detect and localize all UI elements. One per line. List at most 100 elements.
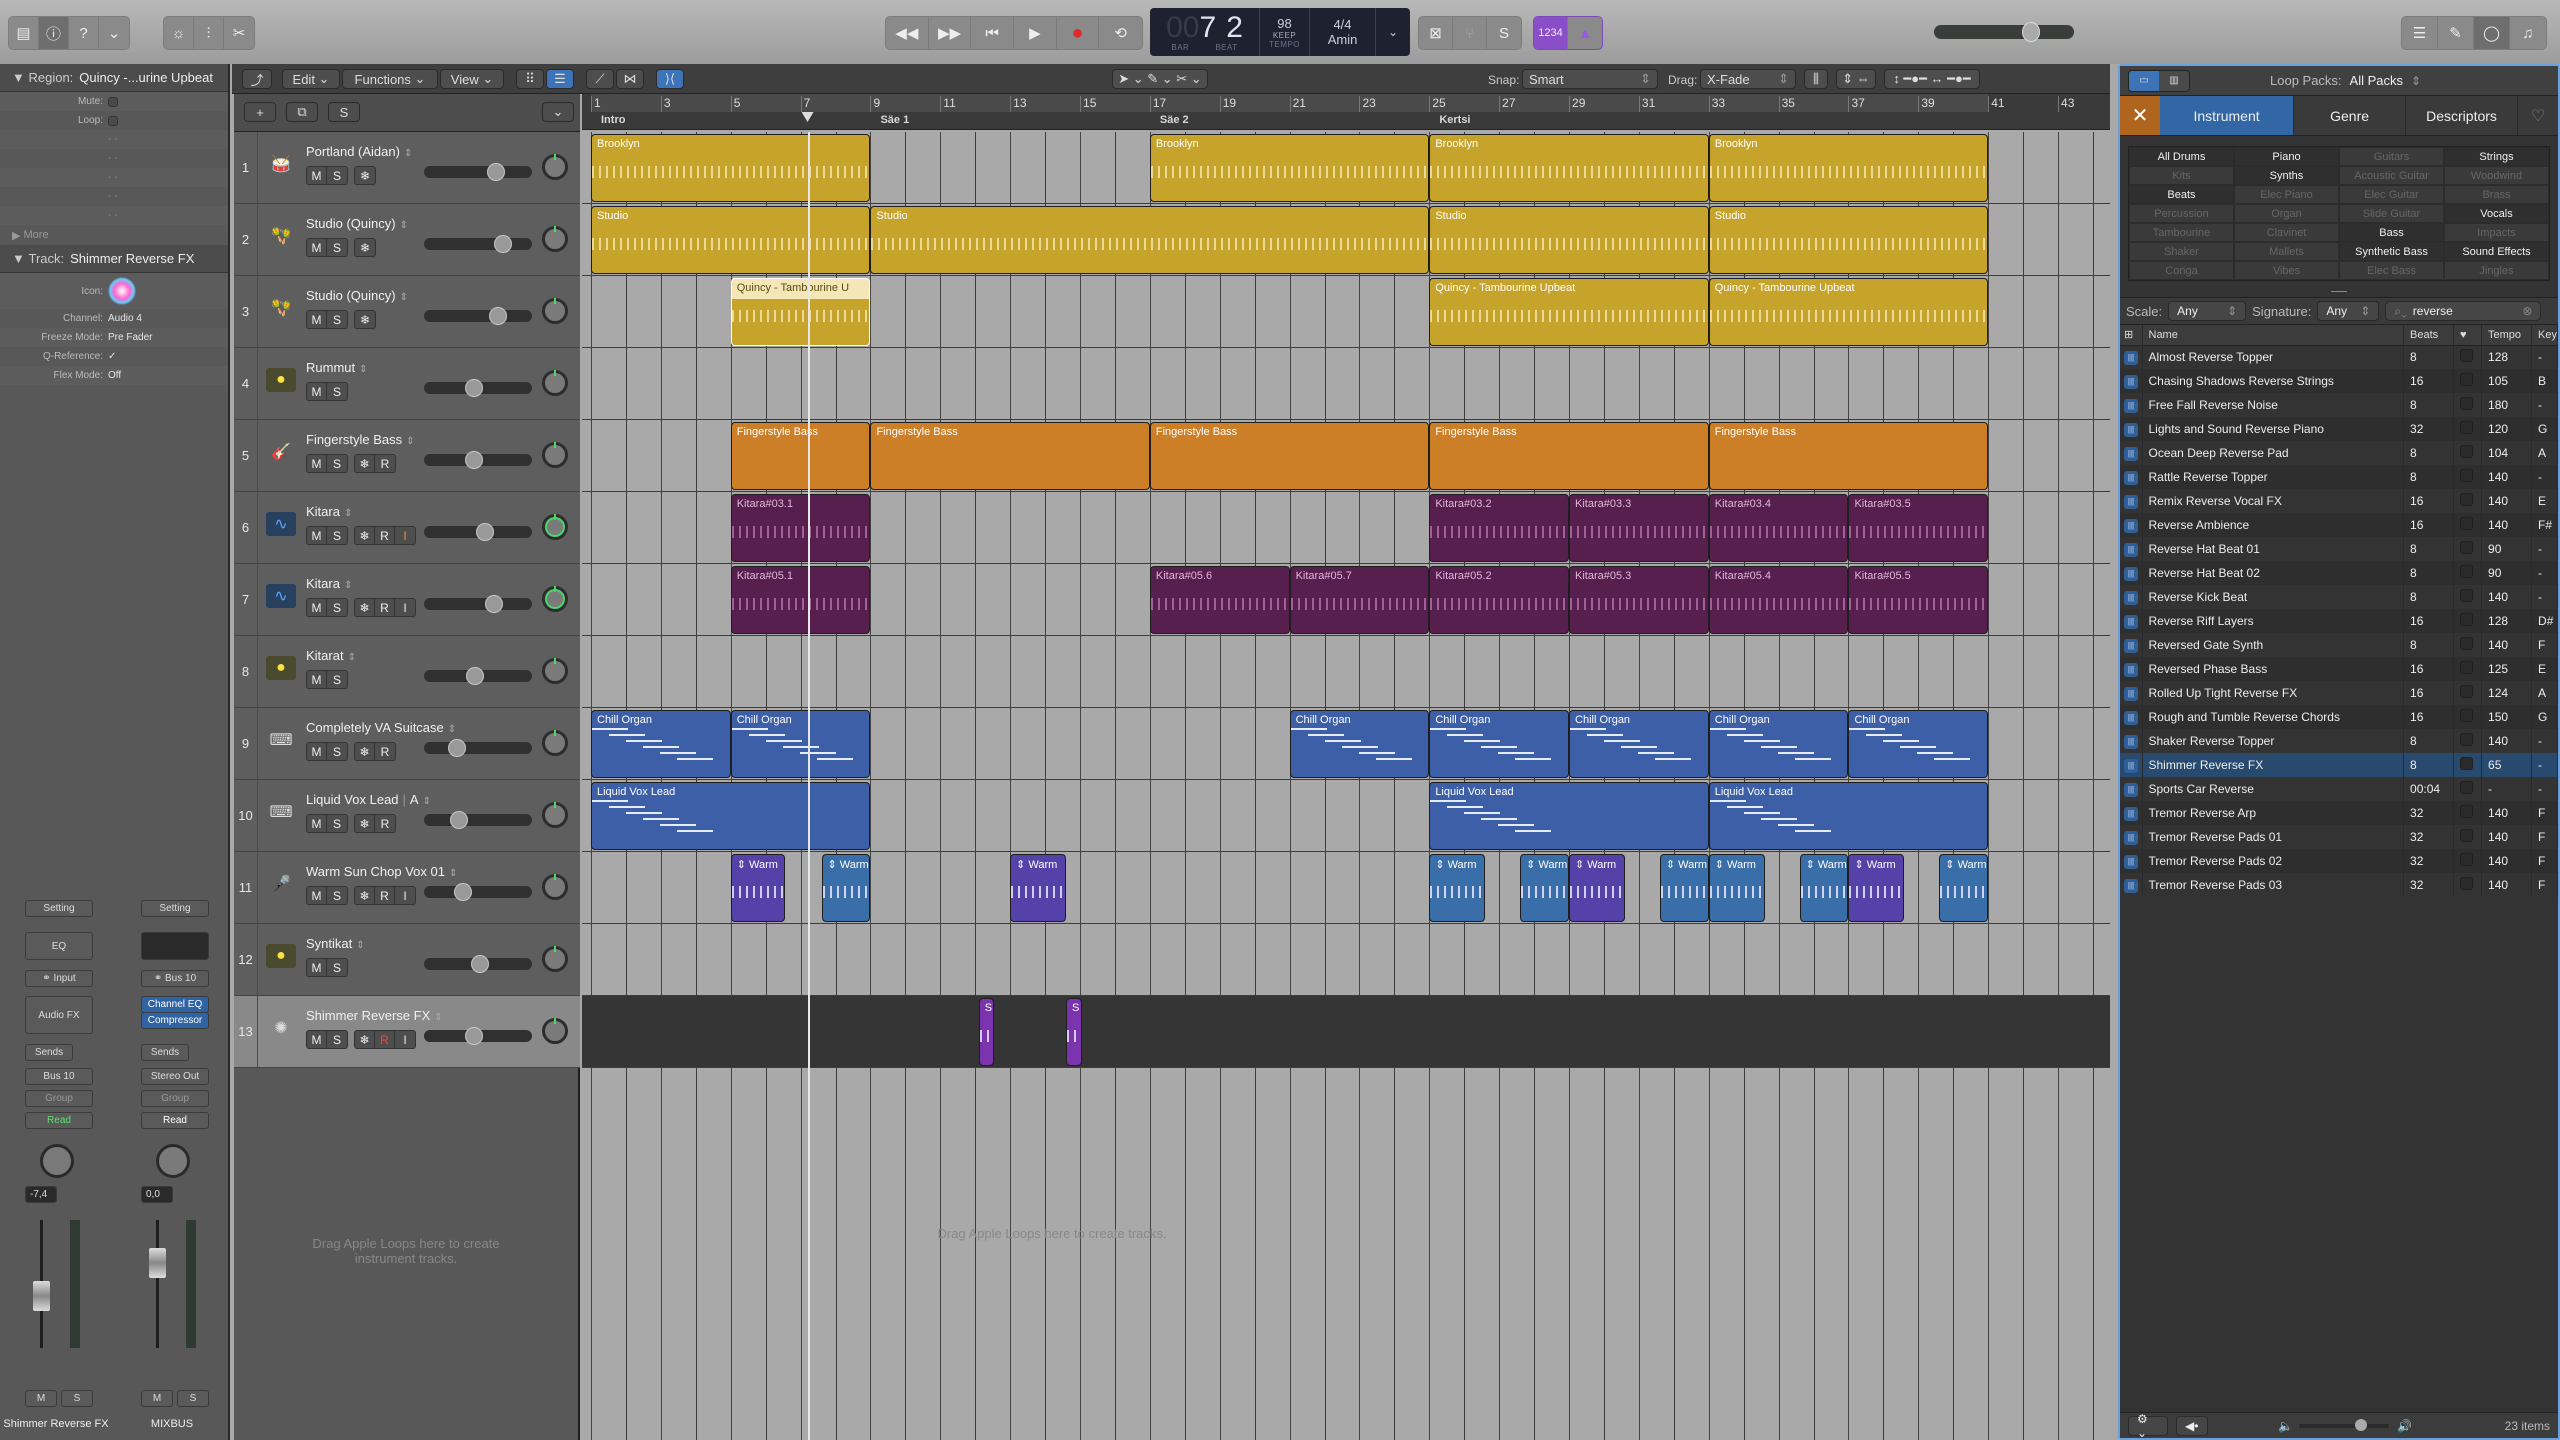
automation-icon[interactable]: ⟋ xyxy=(586,69,614,89)
mute-button[interactable]: M xyxy=(307,455,327,472)
loop-row[interactable]: ||| Rough and Tumble Reverse Chords 16 150 G xyxy=(2120,705,2558,729)
mute-button[interactable]: M xyxy=(307,959,327,976)
lcd-display[interactable]: 007 2 BAR BEAT 98 KEEP TEMPO 4/4 Amin ⌄ xyxy=(1150,8,1410,56)
library-icon[interactable]: ▤ xyxy=(9,17,39,49)
track-lane[interactable] xyxy=(582,348,2110,420)
region[interactable]: Studio xyxy=(591,206,871,274)
region[interactable]: ⇕ Warm xyxy=(1848,854,1905,922)
loop-row[interactable]: ||| Rolled Up Tight Reverse FX 16 124 A xyxy=(2120,681,2558,705)
favorite-checkbox[interactable] xyxy=(2460,589,2474,602)
track-name[interactable]: Studio (Quincy) ⇕ xyxy=(306,216,408,231)
track-header[interactable]: 6 ∿ Kitara ⇕ M S ❄ R I xyxy=(234,492,580,564)
loop-row[interactable]: ||| Sports Car Reverse 00:04 - - xyxy=(2120,777,2558,801)
loop-row[interactable]: ||| Reverse Hat Beat 01 8 90- xyxy=(2120,537,2558,561)
keyword-button[interactable]: Percussion xyxy=(2129,204,2234,223)
rewind-icon[interactable]: ◀◀ xyxy=(886,17,929,49)
track-name-chevron-icon[interactable]: ⇕ xyxy=(423,796,431,807)
track-header[interactable]: 4 ● Rummut ⇕ M S xyxy=(234,348,580,420)
playhead-handle[interactable] xyxy=(801,112,814,122)
solo-button[interactable]: S xyxy=(327,887,347,904)
freeze-icon[interactable]: ❄ xyxy=(355,311,375,328)
record-enable-button[interactable]: R xyxy=(375,887,395,904)
region[interactable]: ⇕ Warm xyxy=(1708,854,1765,922)
volume-readout[interactable]: 0,0 xyxy=(141,1186,173,1203)
solo-button[interactable]: S xyxy=(327,383,347,400)
loop-row[interactable]: ||| Reverse Ambience 16 140 F# xyxy=(2120,513,2558,537)
region[interactable]: Chill Organ xyxy=(730,710,871,778)
audio-fx-slot[interactable]: Compressor xyxy=(141,1012,209,1029)
back-icon[interactable]: ⤴ xyxy=(242,69,272,89)
track-volume-slider[interactable] xyxy=(424,667,532,685)
preview-volume-slider[interactable] xyxy=(2298,1418,2389,1431)
keyword-button[interactable]: Piano xyxy=(2234,147,2339,166)
audio-fx-slot[interactable]: Audio FX xyxy=(25,996,93,1034)
keyword-button[interactable]: Bass xyxy=(2339,223,2444,242)
keyword-button[interactable]: Synths xyxy=(2234,166,2339,185)
solo-button[interactable]: S xyxy=(327,959,347,976)
track-pan-knob[interactable] xyxy=(542,514,568,540)
track-name-chevron-icon[interactable]: ⇕ xyxy=(344,508,352,519)
region[interactable]: ⇕ Warm xyxy=(1939,854,1989,922)
info-icon[interactable]: ⓘ xyxy=(39,17,69,49)
track-pan-knob[interactable] xyxy=(542,946,568,972)
keyword-button[interactable]: Elec Piano xyxy=(2234,185,2339,204)
column-name[interactable]: Name xyxy=(2142,325,2405,346)
track-pan-knob[interactable] xyxy=(542,298,568,324)
loop-row[interactable]: ||| Lights and Sound Reverse Piano 32 120 G xyxy=(2120,417,2558,441)
loop-row[interactable]: ||| Tremor Reverse Pads 01 32 140 F xyxy=(2120,825,2558,849)
favorite-checkbox[interactable] xyxy=(2460,349,2474,363)
arrangement-marker[interactable]: Säe 1 xyxy=(880,114,909,126)
tool-menus[interactable]: ➤ ⌄ ✎ ⌄ ✂ ⌄ xyxy=(1112,69,1208,89)
track-name[interactable]: Portland (Aidan) ⇕ xyxy=(306,144,412,159)
track-name-chevron-icon[interactable]: ⇕ xyxy=(400,292,408,303)
keyword-button[interactable]: Synthetic Bass xyxy=(2339,242,2444,261)
tuner-icon[interactable]: ⑂ xyxy=(1453,17,1487,49)
track-name[interactable]: Completely VA Suitcase ⇕ xyxy=(306,720,456,735)
search-input[interactable]: reverse xyxy=(2413,304,2453,318)
input-monitor-button[interactable]: I xyxy=(395,887,415,904)
go-to-start-icon[interactable]: ⏮ xyxy=(971,17,1015,49)
track-name-chevron-icon[interactable]: ⇕ xyxy=(404,148,412,159)
region[interactable]: Fingerstyle Bass xyxy=(730,422,871,490)
freeze-icon[interactable]: ❄ xyxy=(355,743,375,760)
sends-button[interactable]: Sends xyxy=(141,1044,189,1061)
track-param-value[interactable]: Off xyxy=(108,370,228,381)
track-header[interactable]: 5 🎸 Fingerstyle Bass ⇕ M S ❄ R xyxy=(234,420,580,492)
input-slot[interactable]: ⚭ Input xyxy=(25,970,93,987)
region[interactable]: Chill Organ xyxy=(1429,710,1570,778)
freeze-icon[interactable]: ❄ xyxy=(355,815,375,832)
input-monitor-button[interactable]: I xyxy=(395,527,415,544)
solo-button[interactable]: S xyxy=(327,167,347,184)
favorite-checkbox[interactable] xyxy=(2460,661,2474,674)
record-enable-button[interactable]: R xyxy=(375,1031,395,1048)
solo-button[interactable]: S xyxy=(177,1390,209,1407)
keyword-button[interactable]: Organ xyxy=(2234,204,2339,223)
freeze-icon[interactable]: ❄ xyxy=(355,239,375,256)
favorite-checkbox[interactable] xyxy=(2460,565,2474,578)
track-name-chevron-icon[interactable]: ⇕ xyxy=(434,1012,442,1023)
loop-row[interactable]: ||| Shimmer Reverse FX 8 65- xyxy=(2120,753,2558,777)
region[interactable]: Studio xyxy=(1708,206,1989,274)
mute-button[interactable]: M xyxy=(307,383,327,400)
preview-volume-knob[interactable] xyxy=(2354,1418,2367,1431)
track-header[interactable]: 10 ⌨ Liquid Vox Lead | A ⇕ M S ❄ R xyxy=(234,780,580,852)
loop-row[interactable]: ||| Tremor Reverse Arp 32 140 F xyxy=(2120,801,2558,825)
keyword-button[interactable]: Vocals xyxy=(2444,204,2549,223)
mixer-icon[interactable]: ⫶ xyxy=(194,17,224,49)
keyword-button[interactable]: Jingles xyxy=(2444,261,2549,280)
favorite-checkbox[interactable] xyxy=(2460,397,2474,410)
track-header[interactable]: 8 ● Kitarat ⇕ M S xyxy=(234,636,580,708)
region[interactable]: Quincy - Tambourine Upbeat xyxy=(1429,278,1709,346)
arrangement-marker[interactable]: Kertsi xyxy=(1439,114,1470,126)
region[interactable]: ⇕ Warm xyxy=(730,854,785,922)
favorite-checkbox[interactable] xyxy=(2460,445,2474,458)
track-volume-knob[interactable] xyxy=(464,451,483,469)
solo-button[interactable]: S xyxy=(327,815,347,832)
solo-button[interactable]: S xyxy=(327,671,347,688)
mute-button[interactable]: M xyxy=(307,815,327,832)
tab-genre[interactable]: Genre xyxy=(2294,96,2407,135)
mute-button[interactable]: M xyxy=(307,239,327,256)
track-options-icon[interactable]: ⌄ xyxy=(542,102,574,122)
keyword-button[interactable]: Woodwind xyxy=(2444,166,2549,185)
favorite-checkbox[interactable] xyxy=(2460,781,2474,794)
